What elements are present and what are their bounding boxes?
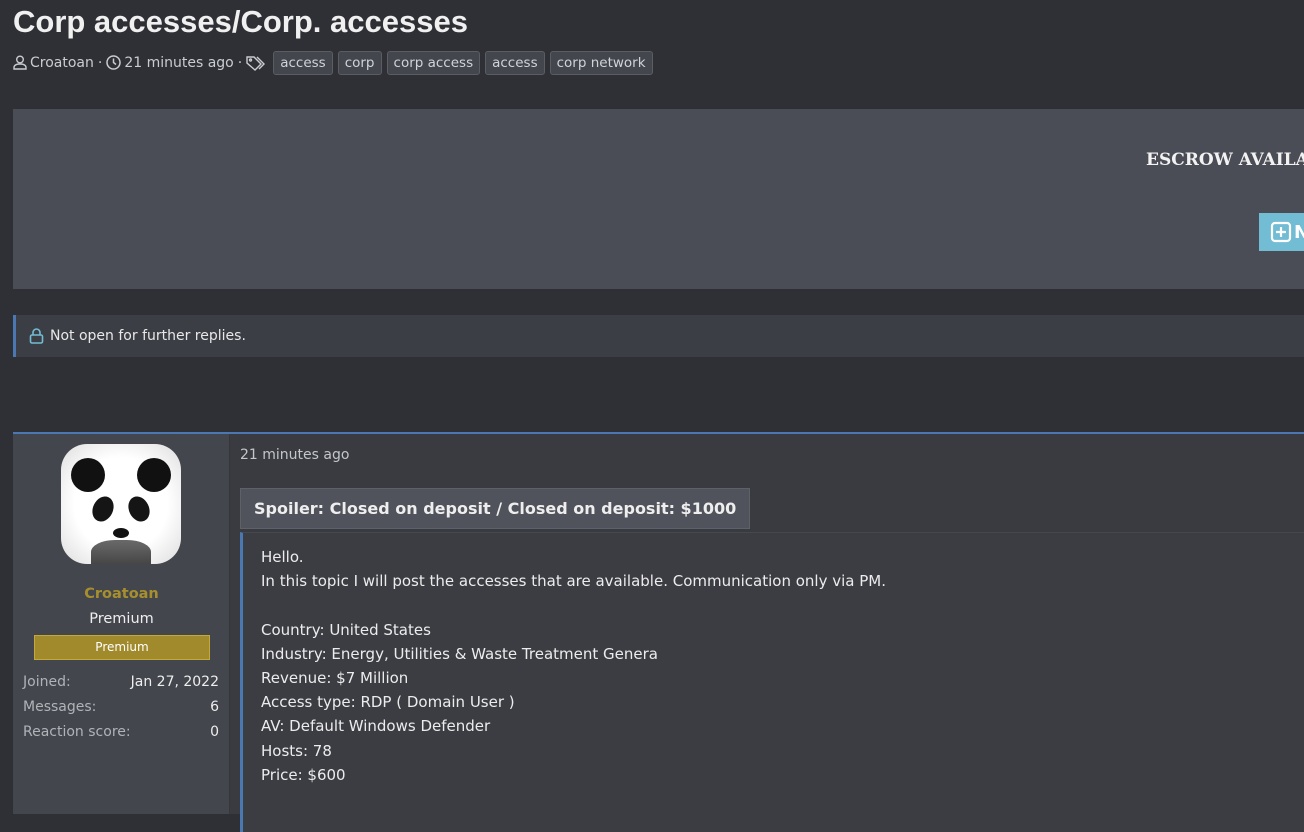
- user-panel: Croatoan Premium Premium Joined: Jan 27, …: [13, 434, 230, 814]
- tag[interactable]: access: [485, 50, 545, 75]
- page-title: Corp accesses/Corp. accesses: [13, 4, 468, 39]
- user-title: Premium: [89, 611, 154, 627]
- user-icon: [13, 55, 27, 70]
- post: Croatoan Premium Premium Joined: Jan 27, …: [13, 432, 1304, 832]
- username-link[interactable]: Croatoan: [13, 586, 230, 602]
- spoiler-body: Hello. In this topic I will post the acc…: [240, 532, 1304, 832]
- separator: ·: [237, 54, 243, 71]
- new-button[interactable]: N: [1259, 213, 1304, 251]
- tag[interactable]: corp network: [549, 50, 653, 75]
- tag[interactable]: corp access: [386, 50, 481, 75]
- post-line: Industry: Energy, Utilities & Waste Trea…: [261, 644, 658, 663]
- separator: ·: [97, 54, 103, 71]
- stat-joined: Joined: Jan 27, 2022: [23, 674, 219, 690]
- new-button-label: N: [1294, 221, 1304, 243]
- tag[interactable]: corp: [337, 50, 382, 75]
- notice-text: Not open for further replies.: [50, 328, 246, 344]
- post-line: Country: United States: [261, 620, 431, 639]
- plus-square-icon: [1270, 221, 1292, 243]
- post-time[interactable]: 21 minutes ago: [240, 447, 349, 463]
- post-line: AV: Default Windows Defender: [261, 717, 491, 736]
- thread-meta: Croatoan · 21 minutes ago · access corp co…: [13, 50, 658, 75]
- tag-list: access corp corp access access corp network: [273, 50, 657, 75]
- user-badge: Premium: [34, 635, 210, 660]
- post-content: 21 minutes ago Spoiler: Closed on deposi…: [230, 434, 1304, 832]
- avatar[interactable]: [61, 444, 181, 564]
- post-line: [261, 593, 1295, 617]
- lock-icon: [29, 328, 44, 344]
- thread-time[interactable]: 21 minutes ago: [124, 55, 233, 71]
- tags-icon: [246, 55, 266, 71]
- post-line: Hosts: 78: [261, 741, 332, 760]
- escrow-text: ESCROW AVAILA: [1146, 150, 1304, 170]
- post-line: Price: $600: [261, 765, 346, 784]
- spoiler-toggle[interactable]: Spoiler: Closed on deposit / Closed on d…: [240, 488, 751, 529]
- author-link[interactable]: Croatoan: [30, 55, 94, 71]
- stat-messages: Messages: 6: [23, 699, 219, 715]
- tag[interactable]: access: [273, 50, 333, 75]
- post-line: Access type: RDP ( Domain User ): [261, 693, 515, 712]
- clock-icon: [106, 55, 122, 70]
- post-line: Revenue: $7 Million: [261, 669, 409, 687]
- post-line: In this topic I will post the accesses t…: [261, 572, 886, 591]
- post-line: Hello.: [261, 548, 304, 566]
- locked-notice: Not open for further replies.: [13, 315, 1304, 357]
- stat-reaction-score: Reaction score: 0: [23, 724, 219, 740]
- escrow-banner: ESCROW AVAILA N: [13, 109, 1304, 289]
